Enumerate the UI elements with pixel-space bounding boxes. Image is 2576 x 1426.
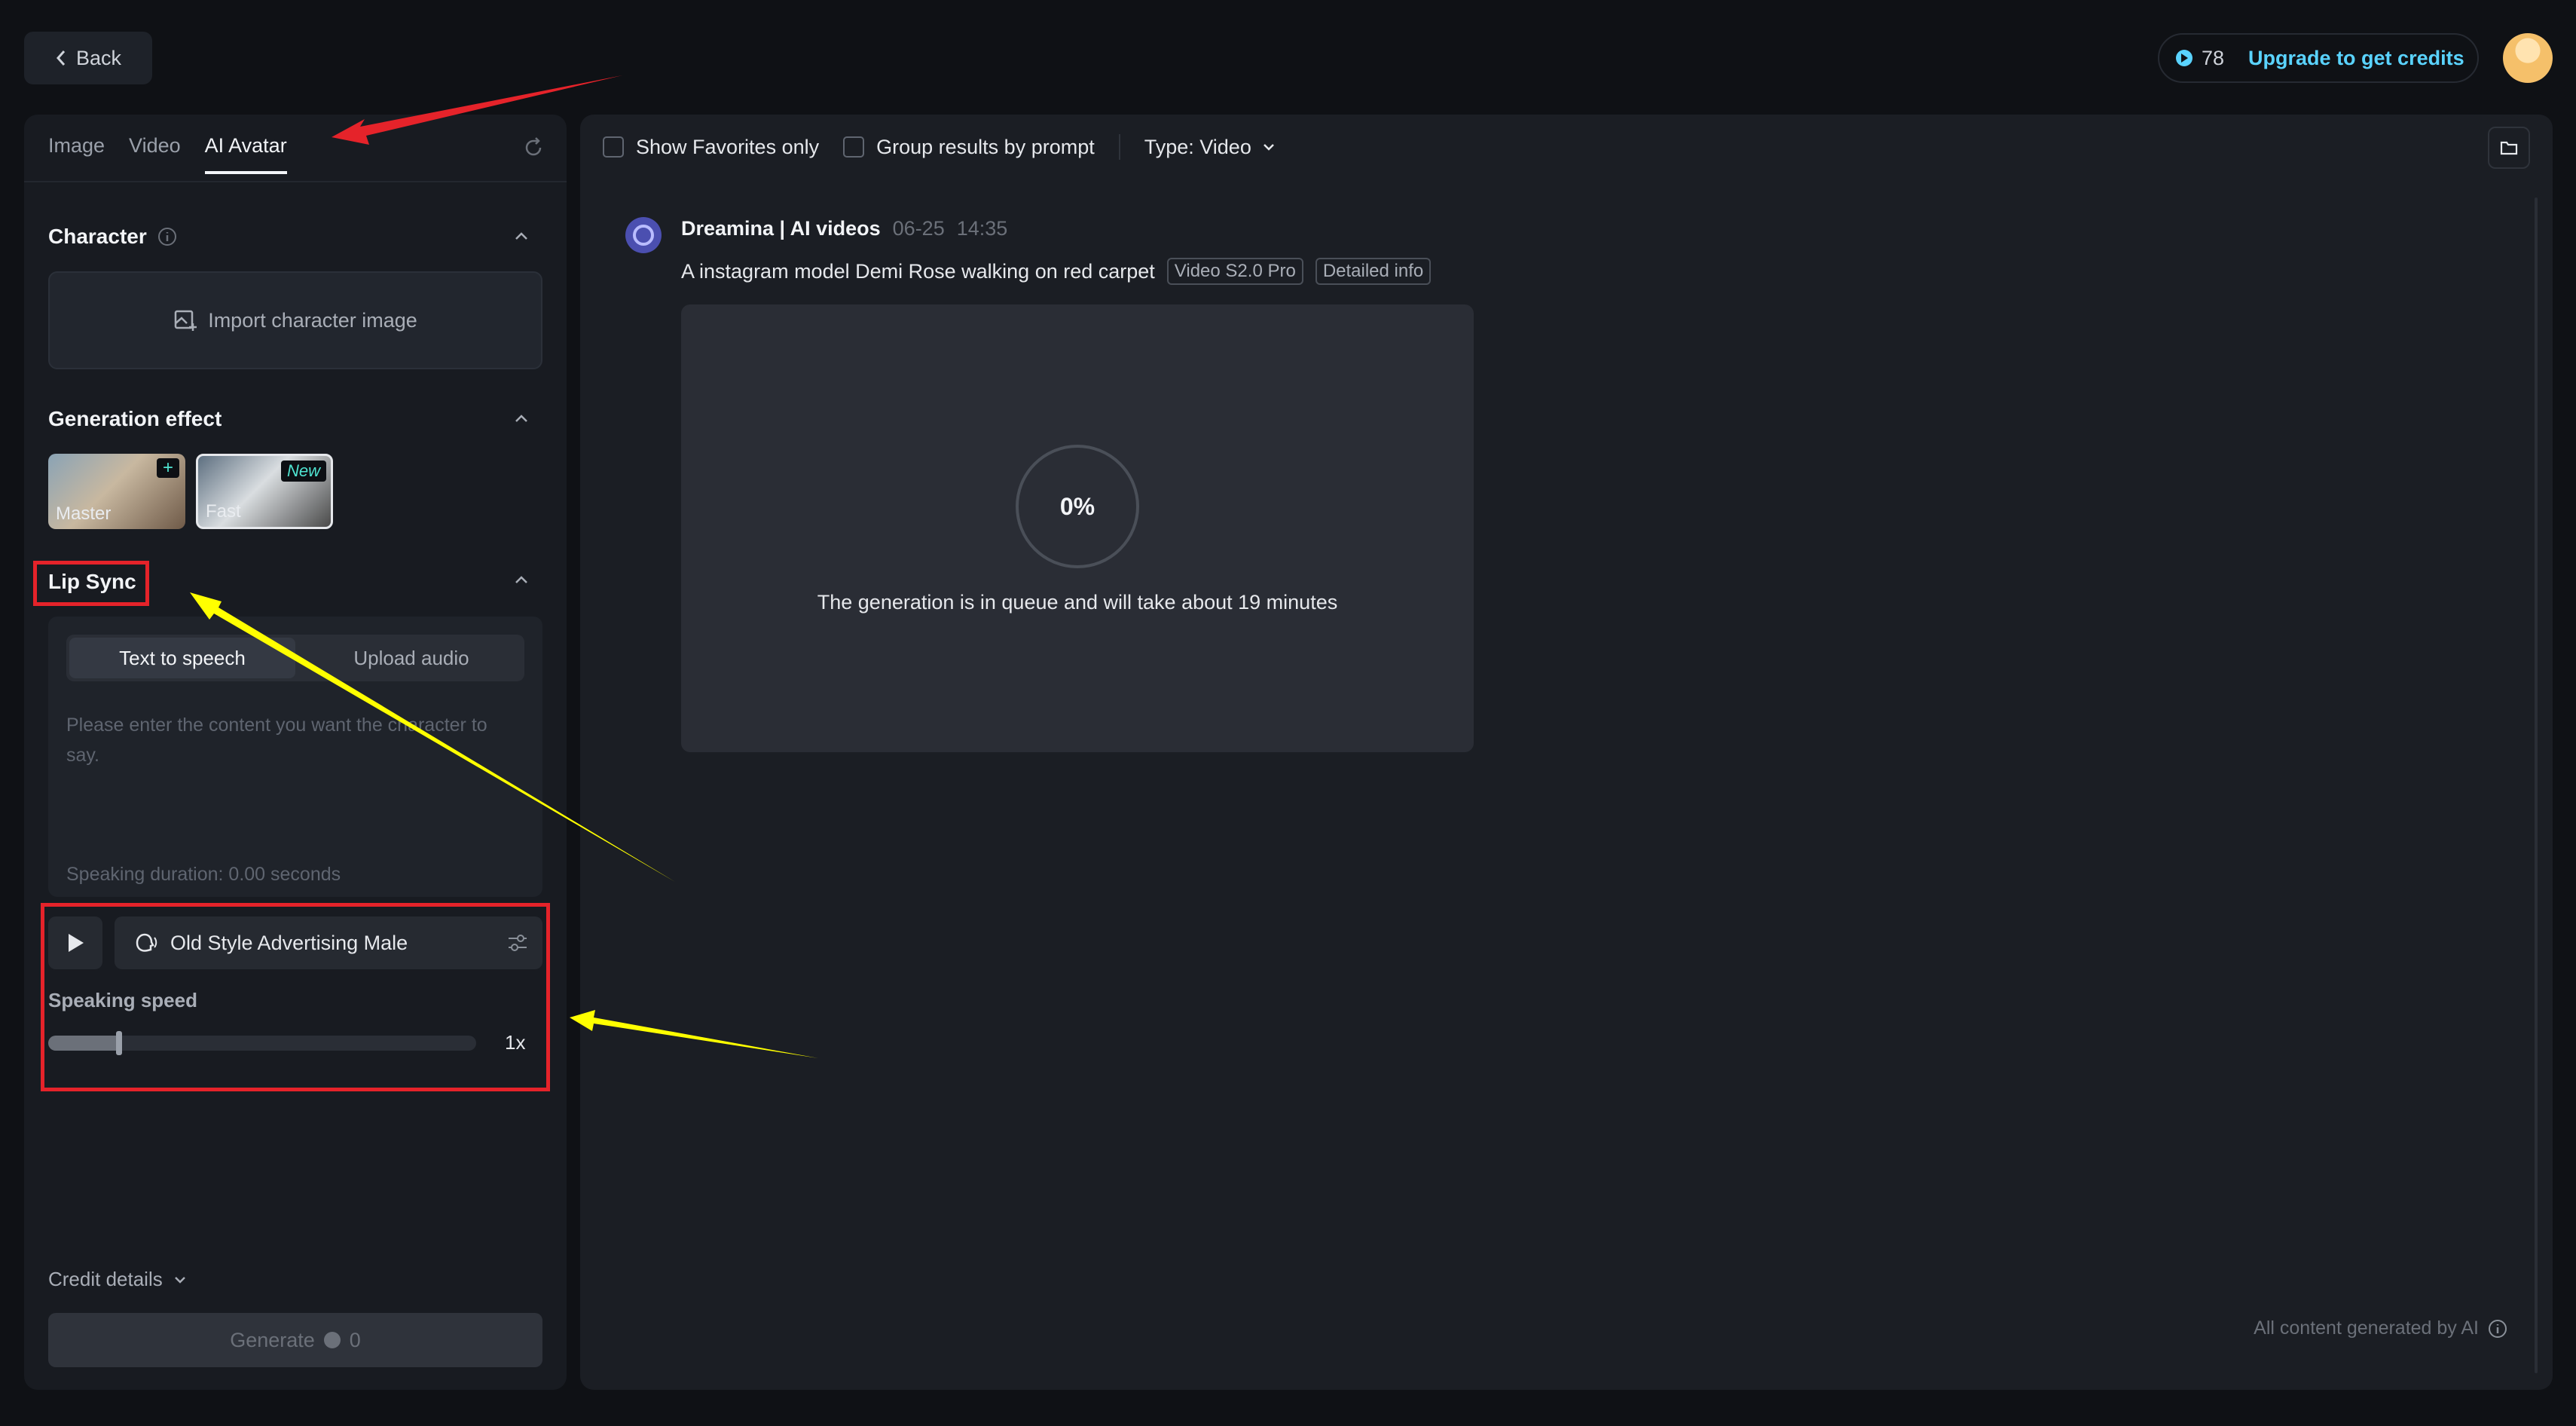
- left-panel: Image Video AI Avatar Character Import c…: [24, 115, 567, 1390]
- credit-icon: [2176, 50, 2193, 66]
- detailed-info-tag[interactable]: Detailed info: [1315, 258, 1432, 285]
- character-section-title: Character: [48, 225, 177, 249]
- credit-icon: [323, 1332, 341, 1348]
- tabs-divider: [24, 181, 567, 182]
- results-scrollbar[interactable]: [2535, 197, 2538, 1373]
- new-badge: New: [280, 461, 326, 482]
- result-time: 14:35: [956, 217, 1008, 240]
- import-character-button[interactable]: Import character image: [48, 271, 542, 369]
- mode-text-to-speech[interactable]: Text to speech: [69, 638, 295, 678]
- queued-video-card: 0% The generation is in queue and will t…: [681, 304, 1474, 752]
- back-label: Back: [75, 46, 122, 69]
- mode-tabs: Image Video AI Avatar: [48, 134, 287, 174]
- character-title: Character: [48, 225, 147, 248]
- chevron-up-icon[interactable]: [512, 228, 530, 246]
- ai-content-note: All content generated by AI: [2254, 1317, 2507, 1339]
- tab-image[interactable]: Image: [48, 134, 105, 174]
- effect-label: Master: [56, 503, 112, 524]
- result-date: 06-25: [892, 217, 945, 240]
- result-prompt: A instagram model Demi Rose walking on r…: [681, 259, 1155, 283]
- generate-label: Generate: [230, 1328, 315, 1351]
- effect-label: Fast: [206, 501, 241, 522]
- group-checkbox[interactable]: [843, 136, 865, 158]
- results-panel: Show Favorites only Group results by pro…: [580, 115, 2553, 1390]
- queue-message: The generation is in queue and will take…: [817, 591, 1338, 614]
- folder-icon: [2500, 141, 2518, 155]
- chevron-up-icon[interactable]: [512, 410, 530, 428]
- credit-count: 78: [2202, 46, 2225, 69]
- effect-option-fast[interactable]: New Fast: [196, 454, 333, 529]
- lip-sync-box: Text to speech Upload audio Please enter…: [48, 617, 542, 897]
- filter-bar: Show Favorites only Group results by pro…: [603, 134, 1277, 160]
- chevron-down-icon: [174, 1276, 185, 1284]
- info-icon[interactable]: [2488, 1319, 2507, 1339]
- model-tag: Video S2.0 Pro: [1166, 258, 1303, 285]
- mode-upload-audio[interactable]: Upload audio: [298, 635, 524, 681]
- generate-button[interactable]: Generate 0: [48, 1313, 542, 1367]
- annotation-box-voice-controls: [41, 903, 550, 1091]
- effect-option-master[interactable]: + Master: [48, 454, 185, 529]
- chevron-left-icon: [56, 50, 66, 66]
- group-label: Group results by prompt: [876, 135, 1095, 158]
- credits-pill[interactable]: 78 Upgrade to get credits: [2158, 33, 2479, 83]
- annotation-box-lip-sync: [33, 561, 149, 606]
- generation-effect-title: Generation effect: [48, 407, 222, 430]
- result-meta: Dreamina | AI videos 06-25 14:35: [681, 217, 1007, 240]
- type-label: Type: Video: [1144, 135, 1251, 158]
- ai-note-text: All content generated by AI: [2254, 1317, 2479, 1339]
- group-filter[interactable]: Group results by prompt: [843, 136, 1095, 159]
- generate-cost: 0: [349, 1328, 361, 1351]
- progress-ring: 0%: [1016, 445, 1139, 568]
- tab-ai-avatar[interactable]: AI Avatar: [204, 134, 287, 174]
- speaking-duration: Speaking duration: 0.00 seconds: [66, 864, 341, 885]
- back-button[interactable]: Back: [24, 32, 152, 84]
- refresh-icon[interactable]: [521, 136, 545, 160]
- folder-button[interactable]: [2488, 127, 2530, 169]
- chevron-down-icon: [1263, 144, 1274, 151]
- image-plus-icon: [174, 310, 197, 331]
- speech-text-input[interactable]: Please enter the content you want the ch…: [66, 710, 524, 770]
- type-select[interactable]: Type: Video: [1144, 136, 1277, 159]
- favorites-label: Show Favorites only: [636, 135, 820, 158]
- import-character-label: Import character image: [208, 308, 417, 332]
- lip-sync-mode-toggle: Text to speech Upload audio: [66, 635, 524, 681]
- credit-details-label: Credit details: [48, 1268, 163, 1290]
- filter-divider: [1118, 134, 1120, 160]
- chevron-up-icon[interactable]: [512, 571, 530, 589]
- dreamina-logo: [625, 217, 662, 253]
- favorites-checkbox[interactable]: [603, 136, 624, 158]
- avatar[interactable]: [2503, 33, 2553, 83]
- tab-video[interactable]: Video: [129, 134, 181, 174]
- result-prompt-row: A instagram model Demi Rose walking on r…: [681, 258, 1432, 285]
- credit-details-toggle[interactable]: Credit details: [48, 1268, 188, 1291]
- result-author: Dreamina | AI videos: [681, 217, 881, 240]
- favorites-filter[interactable]: Show Favorites only: [603, 136, 819, 159]
- upgrade-link[interactable]: Upgrade to get credits: [2248, 47, 2464, 70]
- info-icon[interactable]: [157, 227, 177, 246]
- plus-badge: +: [157, 458, 179, 478]
